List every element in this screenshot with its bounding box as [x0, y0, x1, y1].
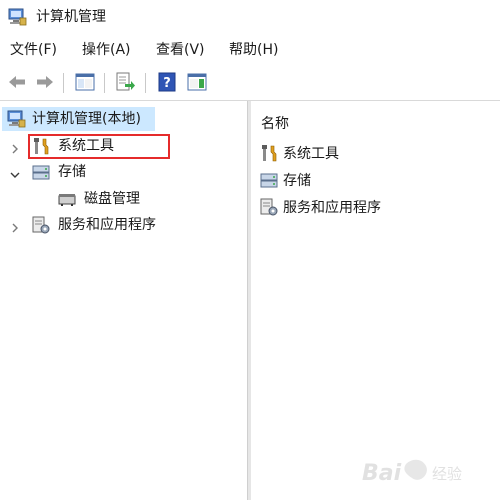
tree-node-disk-management[interactable]: 磁盘管理 [0, 187, 247, 211]
forward-arrow-icon[interactable] [34, 71, 56, 93]
export-list-icon[interactable] [114, 71, 136, 93]
services-apps-icon [259, 197, 279, 217]
title-bar: 计算机管理 [0, 0, 500, 34]
menu-file[interactable]: 文件(F) [10, 41, 57, 59]
tree-label-storage: 存储 [58, 164, 86, 180]
computer-management-icon [6, 109, 26, 129]
menu-view[interactable]: 查看(V) [156, 41, 205, 59]
show-action-pane-icon[interactable] [186, 71, 208, 93]
help-icon[interactable]: ? [156, 71, 178, 93]
list-item-system-tools[interactable]: 系统工具 [259, 143, 489, 165]
list-label-storage: 存储 [283, 173, 311, 189]
list-label-system-tools: 系统工具 [283, 146, 339, 162]
toolbar-separator [145, 73, 146, 93]
svg-text:经验: 经验 [432, 465, 462, 483]
svg-text:?: ? [163, 76, 171, 91]
annotation-highlight-box [28, 134, 170, 159]
menu-action[interactable]: 操作(A) [82, 41, 131, 59]
storage-icon [31, 162, 51, 182]
toolbar-separator [63, 73, 64, 93]
menu-help[interactable]: 帮助(H) [229, 41, 278, 59]
list-label-services-apps: 服务和应用程序 [283, 200, 381, 216]
tree-label-root: 计算机管理(本地) [32, 111, 141, 127]
menu-bar: 文件(F) 操作(A) 查看(V) 帮助(H) [0, 38, 500, 62]
storage-icon [259, 170, 279, 190]
chevron-down-icon[interactable] [9, 166, 21, 178]
chevron-right-icon[interactable] [9, 140, 21, 154]
window-title: 计算机管理 [36, 9, 106, 25]
svg-text:Bai: Bai [362, 461, 402, 486]
show-hide-console-tree-icon[interactable] [74, 71, 96, 93]
console-tree: 计算机管理(本地) 系统工具 存储 磁盘管理 服务和应用程序 [0, 101, 247, 500]
results-pane: 名称 系统工具 存储 服务和应用程序 [251, 101, 500, 500]
list-item-services-apps[interactable]: 服务和应用程序 [259, 197, 489, 219]
services-apps-icon [31, 215, 51, 235]
toolbar: ? [0, 68, 500, 98]
toolbar-separator [104, 73, 105, 93]
system-tools-icon [259, 143, 279, 163]
watermark-logo: Bai 经验 [360, 454, 490, 490]
disk-management-icon [57, 189, 77, 209]
computer-management-icon [7, 7, 27, 27]
column-header-name[interactable]: 名称 [261, 115, 289, 133]
tree-label-services-apps: 服务和应用程序 [58, 217, 156, 233]
tree-label-disk-management: 磁盘管理 [84, 191, 140, 207]
tree-node-storage[interactable]: 存储 [0, 160, 247, 184]
back-arrow-icon[interactable] [6, 71, 28, 93]
tree-node-root[interactable]: 计算机管理(本地) [0, 107, 247, 131]
list-item-storage[interactable]: 存储 [259, 170, 489, 192]
chevron-right-icon[interactable] [9, 219, 21, 233]
tree-node-services-apps[interactable]: 服务和应用程序 [0, 213, 247, 237]
